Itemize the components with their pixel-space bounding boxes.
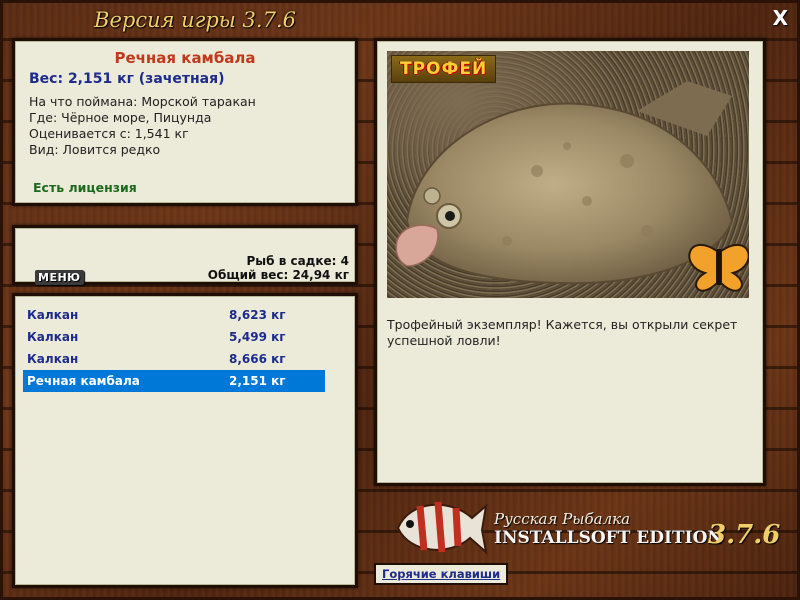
location-line: Где: Чёрное море, Пицунда <box>29 110 212 125</box>
catch-row[interactable]: Калкан 5,499 кг <box>23 326 325 348</box>
catch-fish-name: Калкан <box>27 308 79 322</box>
trophy-message: Трофейный экземпляр! Кажется, вы открыли… <box>387 317 738 348</box>
fish-weight: Вес: 2,151 кг (зачетная) <box>29 71 225 87</box>
catch-fish-weight: 8,623 кг <box>229 308 286 322</box>
fish-details: На что поймана: Морской таракан Где: Чёр… <box>29 94 341 158</box>
rarity-line: Вид: Ловится редко <box>29 142 161 157</box>
butterfly-icon <box>688 243 749 292</box>
catch-row[interactable]: Калкан 8,666 кг <box>23 348 325 370</box>
threshold-line: Оценивается с: 1,541 кг <box>29 126 189 141</box>
catch-row[interactable]: Речная камбала 2,151 кг <box>23 370 325 392</box>
catch-fish-name: Калкан <box>27 352 79 366</box>
catch-fish-weight: 2,151 кг <box>229 374 286 388</box>
trophy-badge: ТРОФЕЙ <box>391 55 497 83</box>
fish-name: Речная камбала <box>114 49 256 67</box>
fish-count: Рыб в садке: 4 <box>246 254 350 268</box>
flounder-image <box>395 81 749 292</box>
brand-line-2: INSTALLSOFT EDITION <box>494 528 723 548</box>
catch-list: Калкан 8,623 кг Калкан 5,499 кг Калкан 8,666 … <box>23 304 325 392</box>
bait-line: На что поймана: Морской таракан <box>29 94 256 109</box>
fish-detail-panel: ТРОФЕЙ Трофейный экземпляр! Кажется, вы … <box>374 38 766 486</box>
fish-logo-icon <box>396 501 488 555</box>
brand-version: 3.7.6 <box>708 520 781 550</box>
window-title: Версия игры 3.7.6 <box>94 8 296 32</box>
catch-fish-name: Калкан <box>27 330 79 344</box>
hotkeys-link[interactable]: Горячие клавиши <box>374 563 509 585</box>
brand-line-1: Русская Рыбалка <box>494 510 631 528</box>
total-weight: Общий вес: 24,94 кг <box>207 268 349 282</box>
catch-row[interactable]: Калкан 8,623 кг <box>23 304 325 326</box>
keepnet-totals: Рыб в садке: 4 Общий вес: 24,94 кг <box>208 254 349 282</box>
keepnet-summary-panel: МЕНЮ Рыб в садке: 4 Общий вес: 24,94 кг <box>12 225 358 285</box>
license-status: Есть лицензия <box>33 180 137 195</box>
fish-info-panel: Речная камбала Вес: 2,151 кг (зачетная) … <box>12 38 358 206</box>
menu-button[interactable]: МЕНЮ <box>35 270 84 285</box>
catch-fish-weight: 5,499 кг <box>229 330 286 344</box>
fish-photo: ТРОФЕЙ <box>387 51 749 298</box>
catch-list-panel: Калкан 8,623 кг Калкан 5,499 кг Калкан 8,666 … <box>12 293 358 588</box>
game-branding: Русская Рыбалка INSTALLSOFT EDITION 3.7.… <box>390 490 790 560</box>
catch-fish-name: Речная камбала <box>27 374 140 388</box>
close-button[interactable]: X <box>773 6 788 30</box>
catch-fish-weight: 8,666 кг <box>229 352 286 366</box>
